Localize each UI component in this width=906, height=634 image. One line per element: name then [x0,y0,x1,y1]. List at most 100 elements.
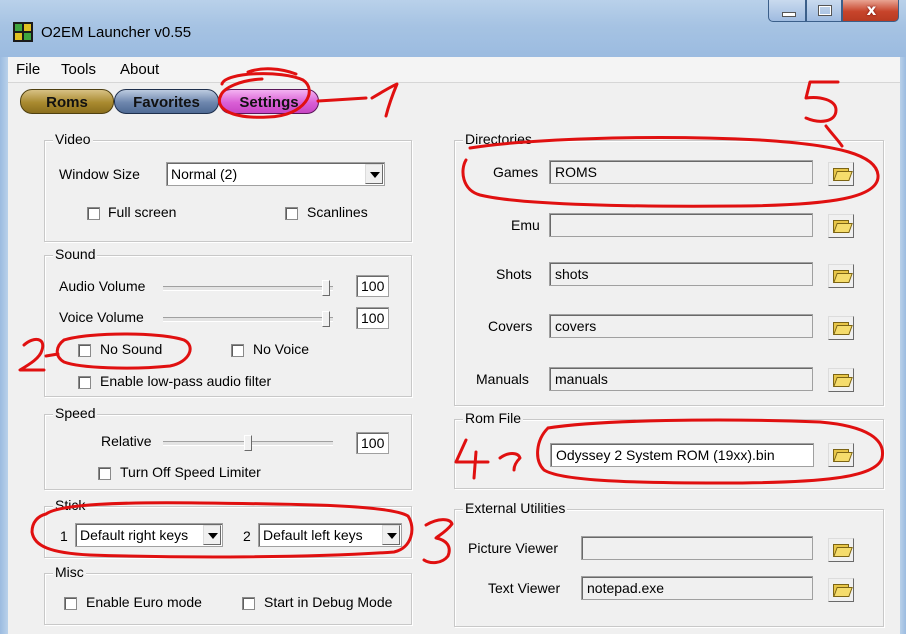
euro-mode-label: Enable Euro mode [86,594,202,610]
audio-volume-thumb[interactable] [322,280,330,296]
text-viewer-browse-button[interactable] [828,578,854,602]
speed-group: Speed Relative 100 Turn Off Speed Limite… [44,405,412,490]
close-icon: x [866,1,877,19]
tab-roms[interactable]: Roms [20,89,114,114]
window-frame-left [0,57,8,634]
fullscreen-checkbox[interactable] [87,207,100,220]
debug-mode-checkbox[interactable] [242,597,255,610]
relative-speed-thumb[interactable] [244,435,252,451]
stick1-select[interactable]: Default right keys [75,523,223,547]
voice-volume-label: Voice Volume [59,309,144,325]
rom-file-legend: Rom File [463,410,524,426]
audio-volume-input[interactable]: 100 [356,275,389,297]
voice-volume-track[interactable] [163,317,333,322]
stick2-value: Default left keys [263,527,363,543]
manuals-path-field[interactable]: manuals [549,367,813,391]
stick-legend: Stick [53,497,88,513]
menu-tools[interactable]: Tools [61,61,96,78]
app-window: O2EM Launcher v0.55 x File Tools About R… [0,0,906,634]
app-icon [13,22,33,42]
menu-about[interactable]: About [120,61,159,78]
covers-path-field[interactable]: covers [549,314,813,338]
folder-open-icon [832,447,853,462]
menu-file[interactable]: File [16,61,40,78]
emu-label: Emu [511,217,540,233]
sound-group: Sound Audio Volume 100 Voice Volume 100 … [44,246,412,397]
picture-viewer-field[interactable] [581,536,813,560]
tab-favorites[interactable]: Favorites [114,89,219,114]
minimize-button[interactable] [768,0,806,22]
chevron-down-icon[interactable] [365,164,383,184]
debug-mode-label: Start in Debug Mode [264,594,393,610]
directories-legend: Directories [463,131,534,147]
no-voice-checkbox[interactable] [231,344,244,357]
euro-mode-checkbox[interactable] [64,597,77,610]
window-frame-right [900,57,906,634]
close-button[interactable]: x [842,0,899,22]
folder-open-icon [832,268,853,283]
audio-volume-label: Audio Volume [59,278,146,294]
stick1-value: Default right keys [80,527,189,543]
manuals-browse-button[interactable] [828,368,854,392]
games-label: Games [493,164,539,180]
video-group: Video Window Size Normal (2) Full screen… [44,131,412,242]
picture-viewer-label: Picture Viewer [468,540,559,556]
covers-label: Covers [488,318,533,334]
no-sound-checkbox[interactable] [78,344,91,357]
window-size-value: Normal (2) [171,166,238,182]
rom-file-browse-button[interactable] [828,443,854,467]
games-browse-button[interactable] [828,162,854,186]
title-bar[interactable]: O2EM Launcher v0.55 x [0,0,906,57]
shots-browse-button[interactable] [828,264,854,288]
menu-bar: File Tools About [8,57,900,83]
emu-path-field[interactable] [549,213,813,237]
picture-viewer-browse-button[interactable] [828,538,854,562]
relative-label: Relative [101,433,152,449]
lowpass-label: Enable low-pass audio filter [100,373,272,389]
scanlines-checkbox[interactable] [285,207,298,220]
rom-file-group: Rom File Odyssey 2 System ROM (19xx).bin [454,410,884,489]
misc-group: Misc Enable Euro mode Start in Debug Mod… [44,564,412,625]
audio-volume-track[interactable] [163,286,333,291]
client-area: File Tools About Roms Favorites Settings… [8,57,900,634]
scanlines-label: Scanlines [307,204,368,220]
speed-limiter-checkbox[interactable] [98,467,111,480]
directories-group: Directories Games ROMS Emu Shots shots C… [454,131,884,406]
video-legend: Video [53,131,93,147]
folder-open-icon [832,542,853,557]
chevron-down-icon[interactable] [382,525,400,545]
emu-browse-button[interactable] [828,214,854,238]
folder-open-icon [832,372,853,387]
window-title: O2EM Launcher v0.55 [41,24,192,41]
text-viewer-field[interactable]: notepad.exe [581,576,813,600]
chevron-down-icon[interactable] [203,525,221,545]
speed-limiter-label: Turn Off Speed Limiter [120,464,261,480]
no-sound-label: No Sound [100,341,163,357]
folder-open-icon [832,166,853,181]
folder-open-icon [832,320,853,335]
no-voice-label: No Voice [253,341,310,357]
games-path-field[interactable]: ROMS [549,160,813,184]
window-size-select[interactable]: Normal (2) [166,162,385,186]
maximize-icon [818,5,832,16]
shots-path-field[interactable]: shots [549,262,813,286]
folder-open-icon [832,582,853,597]
covers-browse-button[interactable] [828,316,854,340]
lowpass-checkbox[interactable] [78,376,91,389]
stick-group: Stick 1 Default right keys 2 Default lef… [44,497,412,558]
maximize-button[interactable] [806,0,842,22]
tab-settings[interactable]: Settings [219,89,319,114]
voice-volume-input[interactable]: 100 [356,307,389,329]
stick2-select[interactable]: Default left keys [258,523,402,547]
speed-legend: Speed [53,405,98,421]
shots-label: Shots [496,266,532,282]
external-utilities-group: External Utilities Picture Viewer Text V… [454,500,884,627]
sound-legend: Sound [53,246,98,262]
rom-file-field[interactable]: Odyssey 2 System ROM (19xx).bin [550,443,814,467]
manuals-label: Manuals [476,371,529,387]
external-utilities-legend: External Utilities [463,500,568,516]
fullscreen-label: Full screen [108,204,177,220]
voice-volume-thumb[interactable] [322,311,330,327]
text-viewer-label: Text Viewer [488,580,561,596]
relative-speed-input[interactable]: 100 [356,432,389,454]
